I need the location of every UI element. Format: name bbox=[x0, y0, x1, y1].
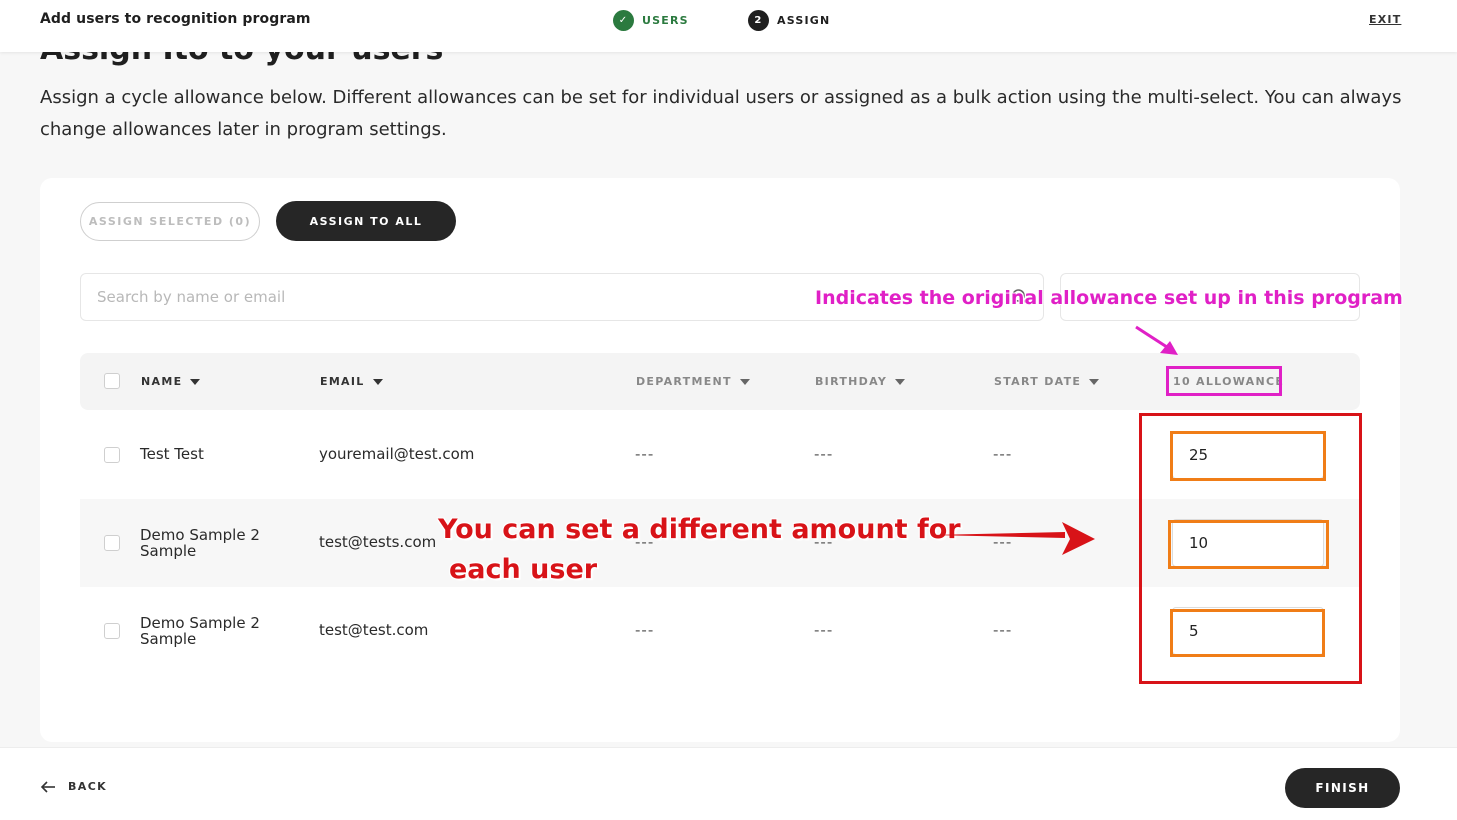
red-arrow-icon bbox=[931, 522, 1095, 555]
pink-arrow-icon bbox=[1135, 325, 1178, 355]
step-number-icon: 2 bbox=[748, 10, 769, 31]
step-users: ✓ USERS bbox=[613, 10, 689, 31]
back-button[interactable]: BACK bbox=[40, 780, 107, 793]
step-assign-label: ASSIGN bbox=[777, 14, 831, 27]
back-label: BACK bbox=[68, 780, 108, 793]
finish-button[interactable]: FINISH bbox=[1285, 768, 1400, 808]
page-header-title: Add users to recognition program bbox=[40, 11, 311, 27]
step-users-label: USERS bbox=[642, 14, 689, 27]
arrow-left-icon bbox=[40, 780, 55, 793]
step-assign: 2 ASSIGN bbox=[748, 10, 830, 31]
check-icon: ✓ bbox=[613, 10, 634, 31]
top-bar: Add users to recognition program ✓ USERS… bbox=[0, 0, 1457, 52]
annotation-arrows bbox=[931, 325, 1178, 555]
footer-bar: BACK FINISH bbox=[0, 747, 1457, 820]
exit-link[interactable]: EXIT bbox=[1369, 13, 1401, 26]
